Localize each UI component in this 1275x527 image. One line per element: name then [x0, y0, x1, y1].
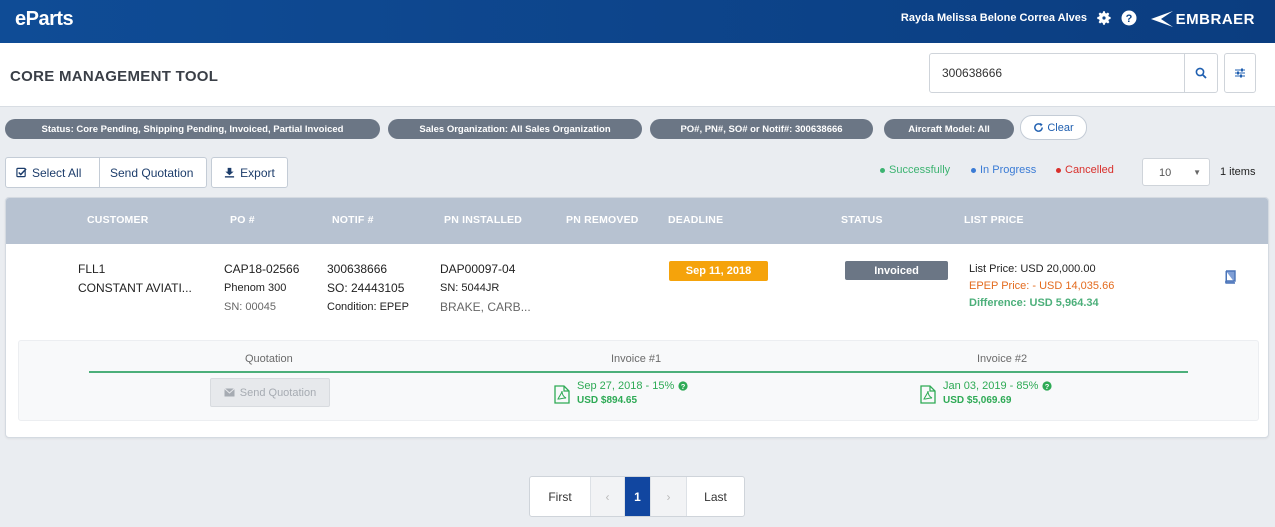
selection-button-group: Select All Send Quotation	[5, 157, 207, 188]
filter-chip-aircraft[interactable]: Aircraft Model: All	[884, 119, 1014, 139]
page-1-button[interactable]: 1	[624, 477, 650, 516]
col-pn-removed[interactable]: PN REMOVED	[566, 214, 639, 226]
pn-description: BRAKE, CARB...	[440, 300, 531, 314]
help-icon[interactable]: ?	[678, 381, 688, 391]
customer-name: CONSTANT AVIATI...	[78, 281, 192, 295]
svg-text:?: ?	[1045, 382, 1050, 391]
detail-header-invoice-2: Invoice #2	[977, 353, 1028, 365]
legend-in-progress: In Progress	[971, 164, 1036, 176]
page-prev-button[interactable]: ‹	[590, 477, 624, 516]
condition: Condition: EPEP	[327, 301, 409, 313]
pn-serial: SN: 5044JR	[440, 282, 500, 294]
col-notif[interactable]: NOTIF #	[332, 214, 374, 226]
embraer-logo-icon	[1150, 11, 1173, 27]
user-name[interactable]: Rayda Melissa Belone Correa Alves	[901, 12, 1087, 24]
deadline-badge: Sep 11, 2018	[669, 261, 768, 281]
legend-cancelled-label: Cancelled	[1065, 164, 1114, 176]
search-icon	[1195, 67, 1207, 79]
top-bar: eParts Rayda Melissa Belone Correa Alves…	[0, 0, 1275, 43]
refresh-icon	[1034, 122, 1044, 132]
legend-cancelled: Cancelled	[1056, 164, 1114, 176]
select-all-label: Select All	[32, 165, 82, 180]
pdf-icon[interactable]	[554, 385, 570, 404]
pdf-icon[interactable]	[920, 385, 936, 404]
po-number: CAP18-02566	[224, 262, 300, 276]
so-number: SO: 24443105	[327, 281, 405, 295]
invoice-1[interactable]: Sep 27, 2018 - 15% ? USD $894.65	[577, 380, 688, 406]
checkbox-icon	[16, 167, 27, 178]
page-size-value: 10	[1159, 167, 1172, 179]
export-button[interactable]: Export	[211, 157, 288, 188]
search-box	[929, 53, 1218, 93]
clear-label: Clear	[1047, 121, 1074, 134]
filter-chip-search[interactable]: PO#, PN#, SO# or Notif#: 300638666	[650, 119, 873, 139]
gear-icon[interactable]	[1095, 9, 1113, 27]
send-quotation-label: Send Quotation	[110, 165, 194, 180]
book-icon[interactable]	[1223, 270, 1237, 284]
advanced-filter-button[interactable]	[1224, 53, 1256, 93]
page-last-button[interactable]: Last	[686, 477, 744, 516]
legend-dot-blue	[971, 167, 976, 173]
table-header: CUSTOMER PO # NOTIF # PN INSTALLED PN RE…	[6, 198, 1268, 244]
list-price: List Price: USD 20,000.00	[969, 263, 1096, 275]
page-next-button[interactable]: ›	[650, 477, 686, 516]
filter-chip-sales-org[interactable]: Sales Organization: All Sales Organizati…	[388, 119, 642, 139]
page-header: CORE MANAGEMENT TOOL	[0, 43, 1275, 107]
legend-in-progress-label: In Progress	[980, 164, 1037, 176]
page-size-select[interactable]: 10 ▼	[1142, 158, 1210, 186]
legend-dot-red	[1056, 167, 1061, 173]
notif-number: 300638666	[327, 262, 388, 276]
invoice-1-date: Sep 27, 2018 - 15%	[577, 380, 675, 392]
page-title: CORE MANAGEMENT TOOL	[10, 68, 219, 85]
items-count: 1 items	[1220, 166, 1256, 178]
col-list-price[interactable]: LIST PRICE	[964, 214, 1024, 226]
download-icon	[225, 167, 235, 178]
send-quotation-button[interactable]: Send Quotation	[99, 158, 206, 187]
pagination: First ‹ 1 › Last	[529, 476, 745, 517]
page-first-button[interactable]: First	[530, 477, 590, 516]
envelope-icon	[223, 388, 235, 397]
detail-header-quotation: Quotation	[245, 353, 293, 365]
legend-successfully-label: Successfully	[889, 164, 951, 176]
invoice-2-date: Jan 03, 2019 - 85%	[943, 380, 1039, 392]
invoice-2-amount: USD $5,069.69	[943, 395, 1012, 406]
col-po[interactable]: PO #	[230, 214, 255, 226]
status-badge: Invoiced	[845, 261, 948, 280]
results-table: CUSTOMER PO # NOTIF # PN INSTALLED PN RE…	[5, 197, 1269, 438]
legend-successfully: Successfully	[880, 164, 950, 176]
invoice-1-amount: USD $894.65	[577, 395, 638, 406]
col-customer[interactable]: CUSTOMER	[87, 214, 149, 226]
filter-chip-status[interactable]: Status: Core Pending, Shipping Pending, …	[5, 119, 380, 139]
send-quotation-disabled-label: Send Quotation	[239, 386, 317, 399]
col-pn-installed[interactable]: PN INSTALLED	[444, 214, 522, 226]
embraer-logo: EMBRAER	[1150, 8, 1255, 30]
help-icon[interactable]: ?	[1120, 9, 1138, 27]
aircraft-sn: SN: 00045	[224, 301, 276, 313]
progress-line	[89, 371, 1188, 373]
select-all-button[interactable]: Select All	[6, 158, 99, 187]
legend-dot-green	[880, 167, 885, 173]
embraer-logo-text: EMBRAER	[1175, 10, 1255, 28]
col-deadline[interactable]: DEADLINE	[668, 214, 723, 226]
epep-price: EPEP Price: - USD 14,035.66	[969, 280, 1115, 292]
app-brand[interactable]: eParts	[15, 8, 74, 31]
send-quotation-disabled-button[interactable]: Send Quotation	[210, 378, 330, 407]
sliders-icon	[1235, 68, 1245, 78]
search-button[interactable]	[1184, 54, 1217, 92]
search-input[interactable]	[930, 54, 1185, 92]
svg-text:?: ?	[681, 382, 686, 391]
aircraft-model: Phenom 300	[224, 282, 287, 294]
clear-filters-button[interactable]: Clear	[1020, 115, 1087, 140]
pn-installed: DAP00097-04	[440, 262, 516, 276]
col-status[interactable]: STATUS	[841, 214, 883, 226]
export-label: Export	[240, 165, 275, 180]
detail-header-invoice-1: Invoice #1	[611, 353, 662, 365]
customer-code: FLL1	[78, 262, 106, 276]
invoice-2[interactable]: Jan 03, 2019 - 85% ? USD $5,069.69	[943, 380, 1053, 406]
svg-text:?: ?	[1126, 13, 1133, 25]
price-difference: Difference: USD 5,964.34	[969, 297, 1099, 309]
caret-down-icon: ▼	[1193, 168, 1201, 177]
invoice-detail-panel: Quotation Invoice #1 Invoice #2 Send Quo…	[18, 340, 1259, 421]
help-icon[interactable]: ?	[1042, 381, 1053, 391]
